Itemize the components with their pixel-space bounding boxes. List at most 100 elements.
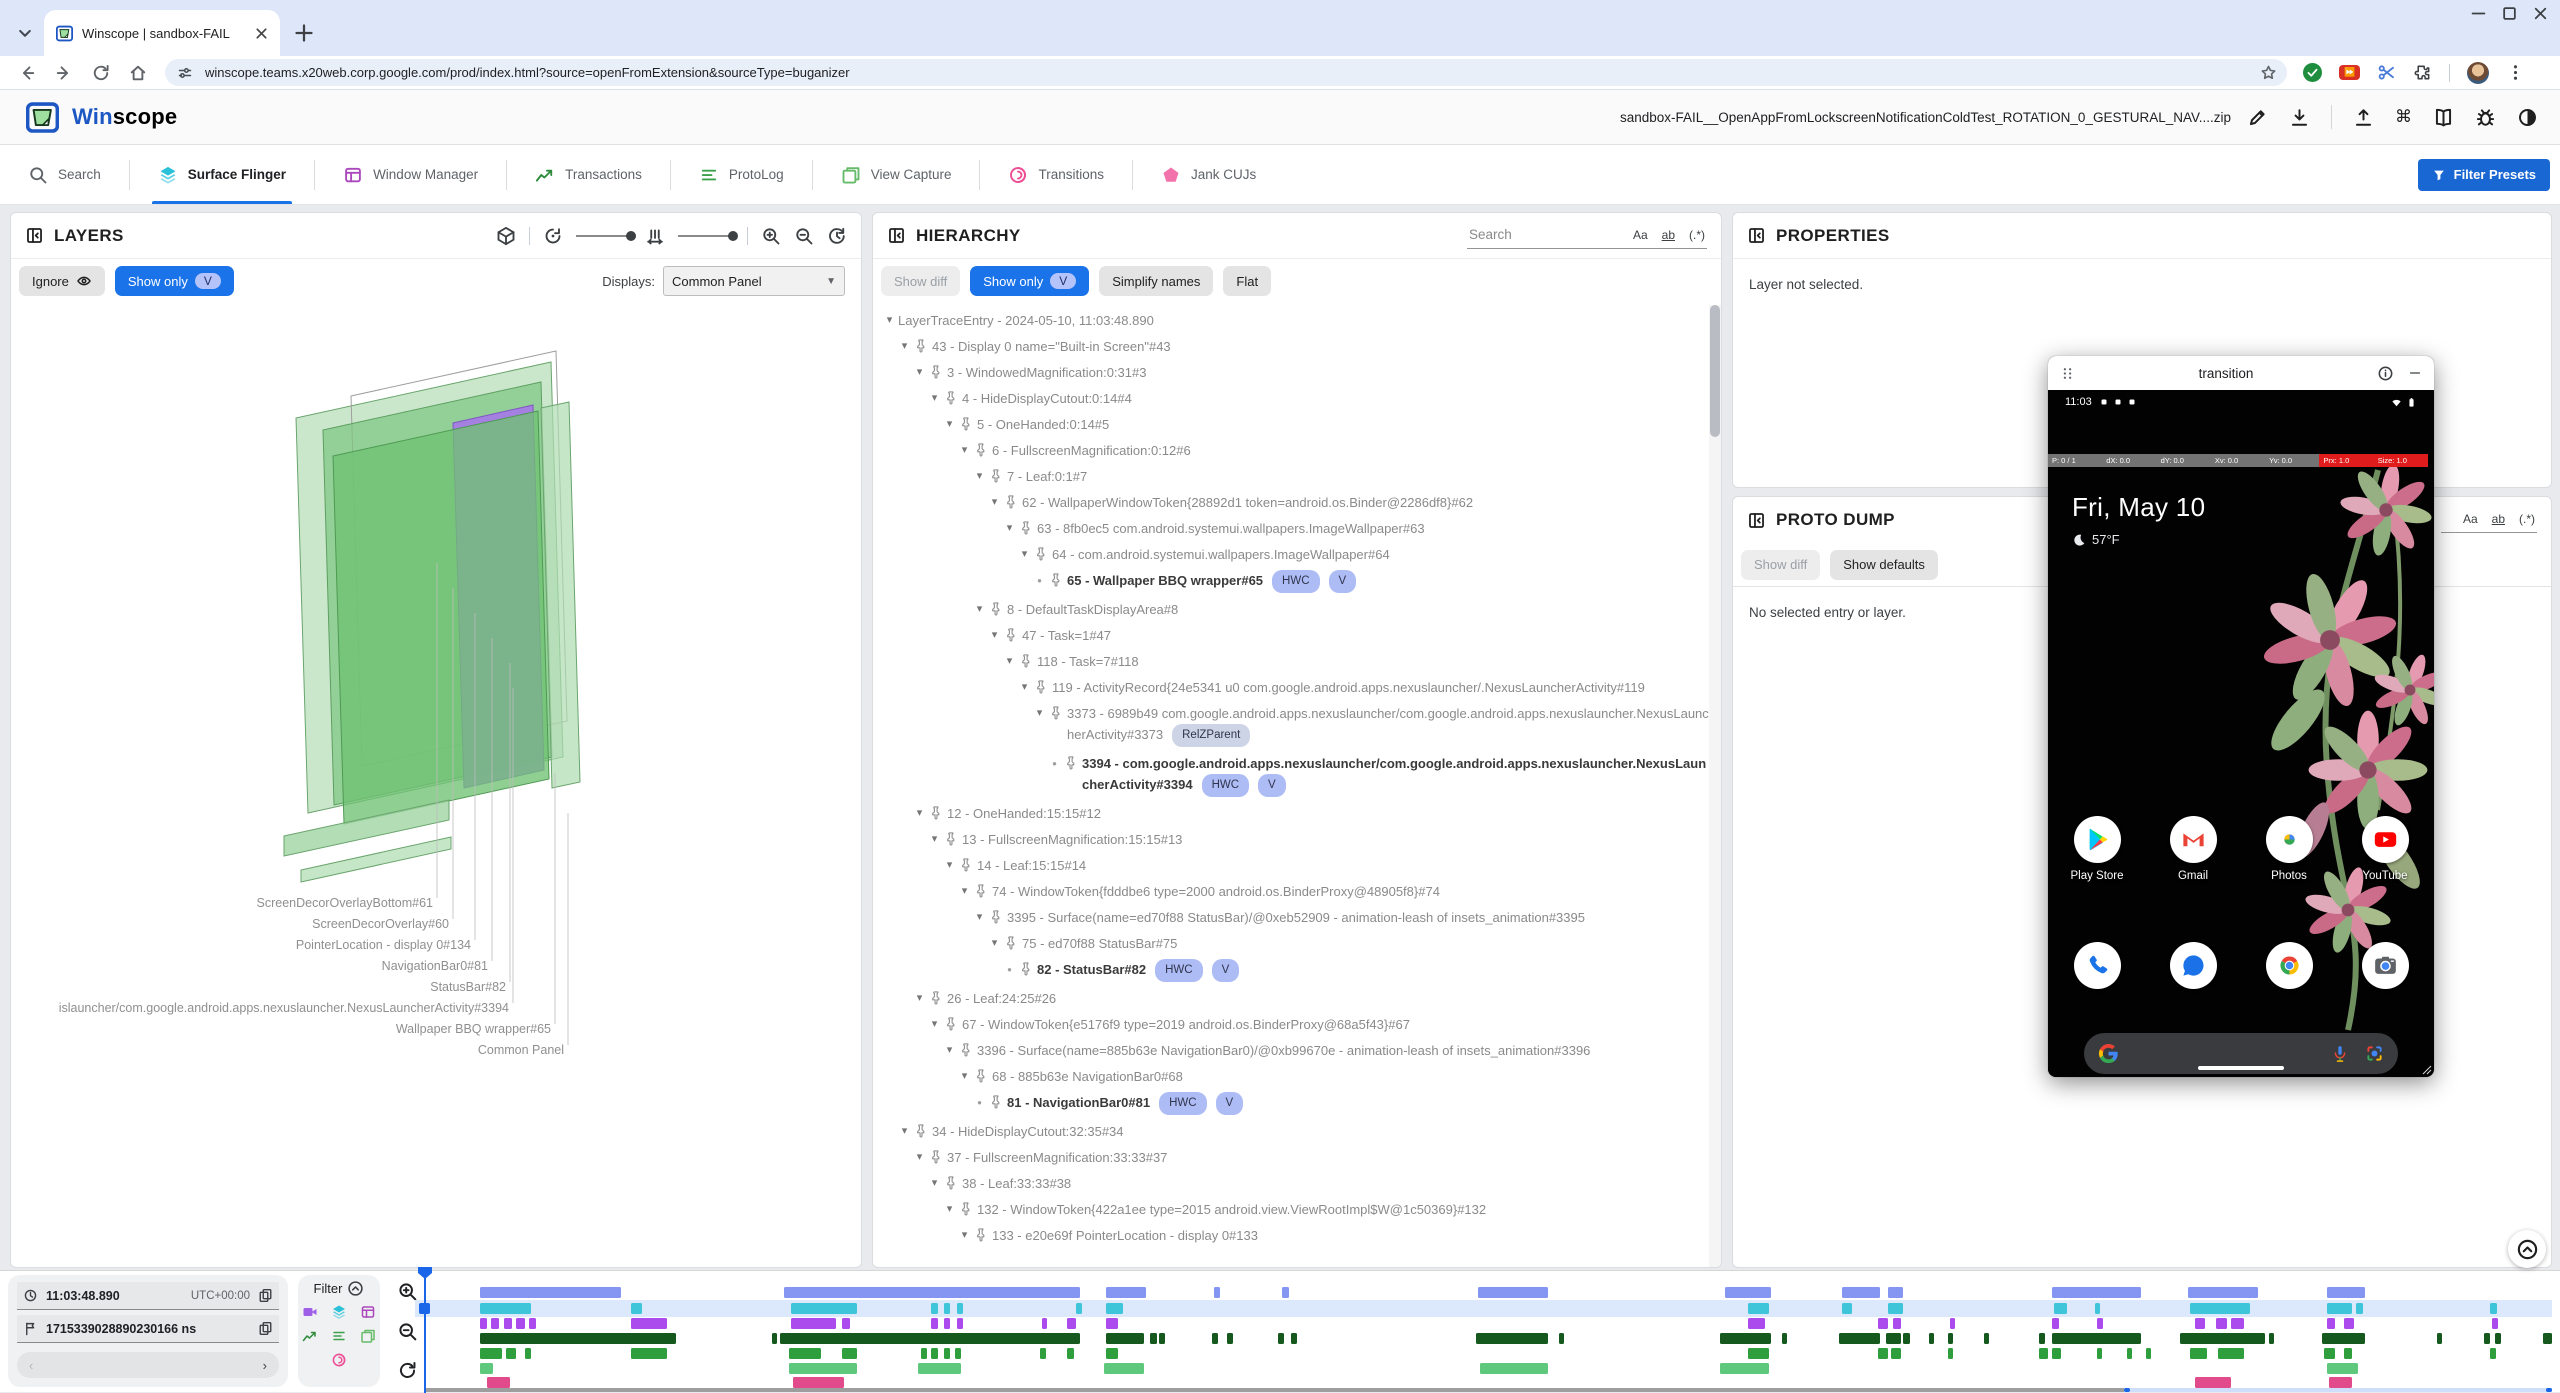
trace-segment[interactable] (1950, 1318, 1955, 1329)
pin-icon[interactable] (1003, 933, 1022, 950)
regex-icon[interactable]: (.*) (2519, 512, 2535, 526)
trace-segment[interactable] (944, 1348, 950, 1359)
collapse-timeline-button[interactable] (2508, 1230, 2546, 1268)
app-phone[interactable] (2062, 942, 2133, 989)
pin-icon[interactable] (943, 829, 962, 846)
expand-caret-icon[interactable]: ▾ (956, 1066, 973, 1087)
previous-entry-button[interactable]: ‹ (29, 1358, 33, 1373)
profile-avatar[interactable] (2467, 62, 2489, 84)
trace-segment[interactable] (918, 1363, 961, 1374)
trace-segment[interactable] (480, 1363, 493, 1374)
3d-view-icon[interactable] (496, 226, 516, 246)
app-messages[interactable] (2158, 942, 2229, 989)
browser-tab[interactable]: Winscope | sandbox-FAIL (44, 10, 280, 56)
trace-segment[interactable] (842, 1348, 857, 1359)
new-tab-button[interactable] (292, 21, 316, 45)
trace-segment[interactable] (1212, 1333, 1218, 1344)
rotation-icon[interactable] (543, 226, 563, 246)
trace-segment[interactable] (1476, 1333, 1548, 1344)
expand-caret-icon[interactable]: ▾ (986, 625, 1003, 646)
trace-segment[interactable] (791, 1303, 857, 1314)
trace-segment[interactable] (1948, 1348, 1953, 1359)
trace-segment[interactable] (1067, 1318, 1076, 1329)
expand-caret-icon[interactable]: ▾ (971, 466, 988, 487)
proto-dump-search-input[interactable]: Aa ab (.*) (2441, 508, 2537, 533)
panel-toggle-icon[interactable] (1747, 226, 1766, 245)
shortcuts-icon[interactable]: ⌘ (2395, 107, 2412, 127)
trace-segment[interactable] (1748, 1303, 1769, 1314)
trace-segment[interactable] (2195, 1318, 2206, 1329)
pin-icon[interactable] (928, 1147, 947, 1164)
trace-segment[interactable] (2492, 1318, 2497, 1329)
zoom-out-icon[interactable] (397, 1321, 418, 1342)
trace-segment[interactable] (1893, 1318, 1902, 1329)
cursor-handle[interactable] (419, 1303, 430, 1314)
range-track[interactable] (425, 1388, 2124, 1392)
trace-segment[interactable] (2097, 1348, 2102, 1359)
theme-toggle-icon[interactable] (2517, 107, 2538, 128)
layers-3d-view[interactable] (11, 213, 861, 1267)
trace-segment[interactable] (480, 1333, 676, 1344)
trace-segment[interactable] (2437, 1333, 2442, 1344)
zoom-out-icon[interactable] (794, 226, 814, 246)
timeline-track-transactions[interactable] (425, 1333, 2552, 1344)
tree-node[interactable]: ▾14 - Leaf:15:15#14 (873, 852, 1709, 878)
trace-segment[interactable] (1839, 1333, 1879, 1344)
tree-node[interactable]: ▾43 - Display 0 name="Built-in Screen"#4… (873, 333, 1709, 359)
tree-node[interactable]: ▾75 - ed70f88 StatusBar#75 (873, 930, 1709, 956)
trace-segment[interactable] (2188, 1287, 2258, 1298)
range-handle-right[interactable] (2546, 1388, 2552, 1392)
panel-toggle-icon[interactable] (887, 226, 906, 245)
trace-segment[interactable] (491, 1318, 500, 1329)
match-word-icon[interactable]: ab (1662, 228, 1675, 242)
tree-node[interactable]: ▾6 - FullscreenMagnification:0:12#6 (873, 437, 1709, 463)
flat-button[interactable]: Flat (1223, 266, 1271, 296)
tree-node[interactable]: ▾132 - WindowToken{422a1ee type=2015 and… (873, 1196, 1709, 1222)
pin-icon[interactable] (943, 388, 962, 405)
match-word-icon[interactable]: ab (2492, 512, 2505, 526)
tab-search[interactable]: Search (0, 145, 129, 204)
trace-segment[interactable] (944, 1303, 950, 1314)
extensions-puzzle-icon[interactable] (2413, 63, 2432, 82)
pin-icon[interactable] (943, 1173, 962, 1190)
timeline-tracks[interactable] (425, 1267, 2552, 1393)
expand-caret-icon[interactable]: ▾ (896, 1121, 913, 1142)
window-close-icon[interactable] (2531, 4, 2550, 23)
trace-segment[interactable] (2344, 1348, 2353, 1359)
tree-node[interactable]: ▾118 - Task=7#118 (873, 648, 1709, 674)
trace-segment[interactable] (957, 1303, 963, 1314)
trace-segment[interactable] (480, 1303, 531, 1314)
hierarchy-search-input[interactable]: Search Aa ab (.*) (1467, 223, 1707, 249)
expand-caret-icon[interactable]: ▾ (971, 599, 988, 620)
trace-segment[interactable] (931, 1318, 937, 1329)
tree-node[interactable]: ▾119 - ActivityRecord{24e5341 u0 com.goo… (873, 674, 1709, 700)
tree-node[interactable]: ▾7 - Leaf:0:1#7 (873, 463, 1709, 489)
collapse-filter-icon[interactable] (347, 1280, 364, 1297)
trace-segment[interactable] (957, 1318, 963, 1329)
pin-icon[interactable] (1033, 677, 1052, 694)
tab-surface-flinger[interactable]: Surface Flinger (130, 145, 314, 204)
panel-toggle-icon[interactable] (25, 226, 44, 245)
site-settings-icon[interactable] (177, 65, 193, 81)
pin-icon[interactable] (1033, 544, 1052, 561)
hierarchy-scrollbar[interactable] (1709, 305, 1721, 1267)
trace-segment[interactable] (1748, 1318, 1765, 1329)
tree-node[interactable]: ▾LayerTraceEntry - 2024-05-10, 11:03:48.… (873, 307, 1709, 333)
trace-segment[interactable] (1480, 1363, 1548, 1374)
app-camera[interactable] (2350, 942, 2421, 989)
expand-caret-icon[interactable]: ▾ (926, 388, 943, 409)
trace-segment[interactable] (784, 1287, 1080, 1298)
expand-caret-icon[interactable]: ▾ (926, 1173, 943, 1194)
match-case-icon[interactable]: Aa (1633, 228, 1648, 242)
timeline-track-view-capture[interactable] (425, 1363, 2552, 1374)
trace-segment[interactable] (1067, 1348, 1073, 1359)
zoom-in-icon[interactable] (761, 226, 781, 246)
surface-flinger-filter-icon[interactable] (331, 1304, 347, 1320)
cursor-marker[interactable] (417, 1266, 433, 1280)
app-play-store[interactable]: Play Store (2062, 816, 2133, 882)
pin-icon[interactable] (928, 362, 947, 379)
trace-segment[interactable] (2543, 1333, 2552, 1344)
pin-icon[interactable] (988, 907, 1007, 924)
timeline-track-screen-recording[interactable] (425, 1287, 2552, 1298)
trace-segment[interactable] (1040, 1348, 1046, 1359)
